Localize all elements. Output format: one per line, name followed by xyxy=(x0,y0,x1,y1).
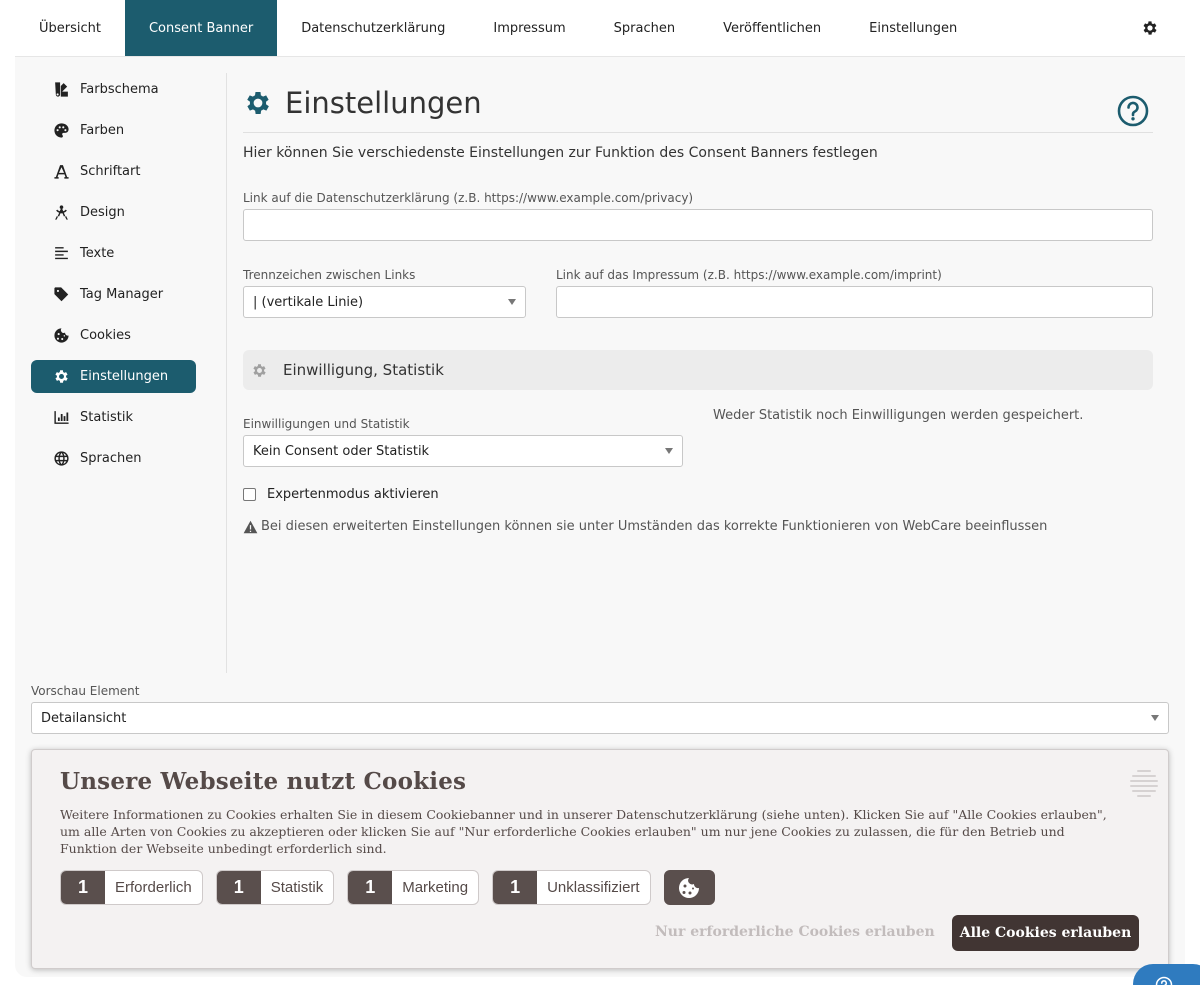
category-chip-statistik[interactable]: 1 Statistik xyxy=(215,870,335,905)
sidebar-item-label: Design xyxy=(80,205,125,220)
gear-icon xyxy=(253,363,266,377)
category-chips: 1 Erforderlich 1 Statistik 1 Marketing 1… xyxy=(60,870,728,905)
category-label: Unklassifiziert xyxy=(547,879,640,896)
sidebar-item-label: Texte xyxy=(80,246,115,261)
warning-icon xyxy=(243,520,258,533)
sidebar-item-statistik[interactable]: Statistik xyxy=(31,401,196,434)
consent-stats-select[interactable]: Kein Consent oder Statistik xyxy=(243,435,683,467)
banner-description: Weitere Informationen zu Cookies erhalte… xyxy=(60,807,1107,856)
sidebar-item-texte[interactable]: Texte xyxy=(31,237,196,270)
preview-value: Detailansicht xyxy=(41,710,127,726)
sidebar: Farbschema Farben Schriftart Design Text… xyxy=(31,73,196,483)
compass-drafting-icon xyxy=(55,205,68,220)
tab-consent-banner[interactable]: Consent Banner xyxy=(124,0,278,56)
consent-stats-value: Kein Consent oder Statistik xyxy=(253,443,430,459)
tag-icon xyxy=(54,287,69,302)
sidebar-divider xyxy=(226,73,227,673)
cookie-icon xyxy=(679,877,700,898)
sidebar-item-label: Einstellungen xyxy=(80,369,169,384)
tab-sprachen[interactable]: Sprachen xyxy=(590,0,699,56)
imprint-link-input[interactable] xyxy=(556,286,1153,318)
section-consent-statistics: Einwilligung, Statistik xyxy=(243,350,1153,390)
chevron-down-icon xyxy=(665,448,673,454)
tab-datenschutzerklaerung[interactable]: Datenschutzerklärung xyxy=(277,0,469,56)
sidebar-item-label: Farben xyxy=(80,123,125,138)
tab-impressum[interactable]: Impressum xyxy=(469,0,589,56)
necessary-cookies-button[interactable]: Nur erforderliche Cookies erlauben xyxy=(655,924,935,940)
tab-uebersicht[interactable]: Übersicht xyxy=(15,0,125,56)
gear-icon xyxy=(247,91,269,114)
swatch-icon xyxy=(55,82,68,97)
sidebar-item-label: Sprachen xyxy=(80,451,142,466)
category-chip-marketing[interactable]: 1 Marketing xyxy=(347,870,480,905)
align-left-icon xyxy=(55,247,68,260)
imprint-link-label: Link auf das Impressum (z.B. https://www… xyxy=(556,268,942,282)
help-float-button[interactable] xyxy=(1133,964,1200,985)
lines-icon xyxy=(1130,770,1158,797)
category-count: 1 xyxy=(348,871,393,904)
sidebar-item-tag-manager[interactable]: Tag Manager xyxy=(31,278,196,311)
category-chip-erforderlich[interactable]: 1 Erforderlich xyxy=(60,870,203,905)
cookie-icon xyxy=(54,328,69,343)
sidebar-item-label: Cookies xyxy=(80,328,131,343)
top-navigation: Übersicht Consent Banner Datenschutzerkl… xyxy=(15,0,1185,57)
sidebar-item-label: Schriftart xyxy=(80,164,141,179)
sidebar-item-cookies[interactable]: Cookies xyxy=(31,319,196,352)
page-title: Einstellungen xyxy=(285,85,482,120)
category-label: Erforderlich xyxy=(115,879,192,896)
allow-all-cookies-button[interactable]: Alle Cookies erlauben xyxy=(952,915,1139,951)
category-label: Statistik xyxy=(270,879,324,896)
separator-label: Trennzeichen zwischen Links xyxy=(243,268,416,282)
privacy-link-label: Link auf die Datenschutzerklärung (z.B. … xyxy=(243,191,694,205)
category-chip-unklassifiziert[interactable]: 1 Unklassifiziert xyxy=(492,870,651,905)
category-count: 1 xyxy=(216,871,261,904)
cookie-settings-button[interactable] xyxy=(663,870,715,905)
help-circle-icon[interactable] xyxy=(1117,95,1149,127)
intro-text: Hier können Sie verschiedenste Einstellu… xyxy=(243,145,878,161)
sidebar-item-label: Tag Manager xyxy=(80,287,164,302)
tab-veroeffentlichen[interactable]: Veröffentlichen xyxy=(699,0,845,56)
preview-label: Vorschau Element xyxy=(31,684,140,698)
font-icon xyxy=(54,165,69,179)
tab-einstellungen[interactable]: Einstellungen xyxy=(845,0,981,56)
sidebar-item-einstellungen[interactable]: Einstellungen xyxy=(31,360,196,393)
sidebar-item-schriftart[interactable]: Schriftart xyxy=(31,155,196,188)
consent-stats-label: Einwilligungen und Statistik xyxy=(243,417,410,431)
chevron-down-icon xyxy=(1151,715,1159,721)
globe-icon xyxy=(54,451,69,466)
gear-icon xyxy=(55,370,68,383)
expert-warning: Bei diesen erweiterten Einstellungen kön… xyxy=(243,519,1047,534)
banner-title: Unsere Webseite nutzt Cookies xyxy=(60,768,467,795)
sidebar-item-label: Farbschema xyxy=(80,82,159,97)
sidebar-item-sprachen[interactable]: Sprachen xyxy=(31,442,196,475)
expert-mode-row: Expertenmodus aktivieren xyxy=(243,487,439,502)
expert-mode-checkbox[interactable] xyxy=(243,488,256,501)
sidebar-item-label: Statistik xyxy=(80,410,134,425)
expert-mode-label[interactable]: Expertenmodus aktivieren xyxy=(267,487,439,502)
sidebar-item-farben[interactable]: Farben xyxy=(31,114,196,147)
consent-stats-note: Weder Statistik noch Einwilligungen werd… xyxy=(713,408,1084,423)
category-count: 1 xyxy=(61,871,105,904)
section-title: Einwilligung, Statistik xyxy=(283,361,444,379)
gear-icon[interactable] xyxy=(1141,19,1159,37)
category-count: 1 xyxy=(493,871,538,904)
settings-content: Einstellungen Hier können Sie verschiede… xyxy=(243,73,1153,534)
bar-chart-icon xyxy=(54,411,69,424)
palette-icon xyxy=(54,123,69,138)
page-header: Einstellungen xyxy=(243,73,1153,133)
privacy-link-input[interactable] xyxy=(243,209,1153,241)
separator-value: | (vertikale Linie) xyxy=(253,294,364,310)
separator-select[interactable]: | (vertikale Linie) xyxy=(243,286,526,318)
chevron-down-icon xyxy=(508,299,516,305)
sidebar-item-design[interactable]: Design xyxy=(31,196,196,229)
category-label: Marketing xyxy=(402,879,469,896)
cookie-banner-preview: Unsere Webseite nutzt Cookies Weitere In… xyxy=(31,749,1169,969)
preview-select[interactable]: Detailansicht xyxy=(31,702,1169,734)
sidebar-item-farbschema[interactable]: Farbschema xyxy=(31,73,196,106)
help-circle-icon xyxy=(1155,976,1173,985)
expert-warning-text: Bei diesen erweiterten Einstellungen kön… xyxy=(261,519,1048,534)
